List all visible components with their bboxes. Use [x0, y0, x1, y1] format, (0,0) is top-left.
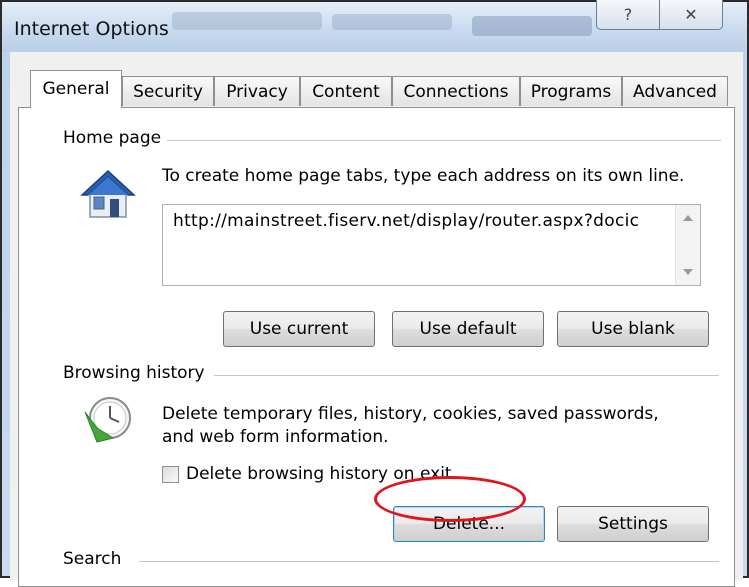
house-icon — [80, 169, 136, 218]
home-page-group-label: Home page — [63, 128, 168, 148]
textbox-scrollbar[interactable] — [675, 205, 700, 285]
settings-button[interactable]: Settings — [557, 506, 709, 542]
close-button[interactable]: ✕ — [659, 0, 723, 30]
window-title: Internet Options — [14, 18, 169, 40]
history-clock-icon — [84, 397, 131, 443]
close-icon: ✕ — [684, 5, 698, 24]
scroll-down-icon[interactable] — [683, 269, 693, 275]
home-page-url-value: http://mainstreet.fiserv.net/display/rou… — [173, 211, 640, 231]
title-bar[interactable]: Internet Options ? ✕ — [2, 0, 747, 52]
group-divider — [214, 375, 719, 376]
tab-content[interactable]: Content — [300, 76, 392, 106]
internet-options-window: Internet Options ? ✕ General Security Pr… — [0, 0, 749, 587]
tab-privacy[interactable]: Privacy — [214, 76, 300, 106]
background-blur — [332, 14, 452, 30]
delete-on-exit-checkbox[interactable] — [162, 466, 179, 483]
tab-connections[interactable]: Connections — [392, 76, 520, 106]
general-tab-panel: Home page To create home page tabs, type… — [18, 107, 735, 587]
search-group-label: Search — [63, 549, 128, 569]
tab-advanced[interactable]: Advanced — [622, 76, 728, 106]
tab-strip: General Security Privacy Content Connect… — [10, 52, 743, 108]
scroll-up-icon[interactable] — [683, 215, 693, 221]
browsing-history-group-label: Browsing history — [63, 363, 211, 383]
home-page-description: To create home page tabs, type each addr… — [162, 166, 685, 186]
tab-programs[interactable]: Programs — [520, 76, 622, 106]
highlight-annotation — [374, 476, 526, 522]
use-current-button[interactable]: Use current — [223, 311, 375, 347]
home-page-url-textbox[interactable]: http://mainstreet.fiserv.net/display/rou… — [162, 204, 701, 286]
tab-security[interactable]: Security — [122, 76, 214, 106]
help-icon: ? — [623, 5, 633, 24]
browsing-history-description-line2: and web form information. — [162, 427, 389, 447]
background-blur — [472, 16, 592, 36]
use-default-button[interactable]: Use default — [392, 311, 544, 347]
tab-general[interactable]: General — [30, 70, 122, 108]
help-button[interactable]: ? — [596, 0, 660, 30]
group-divider — [139, 561, 719, 562]
browsing-history-description-line1: Delete temporary files, history, cookies… — [162, 404, 659, 424]
use-blank-button[interactable]: Use blank — [557, 311, 709, 347]
group-divider — [149, 140, 721, 141]
background-blur — [172, 12, 322, 30]
